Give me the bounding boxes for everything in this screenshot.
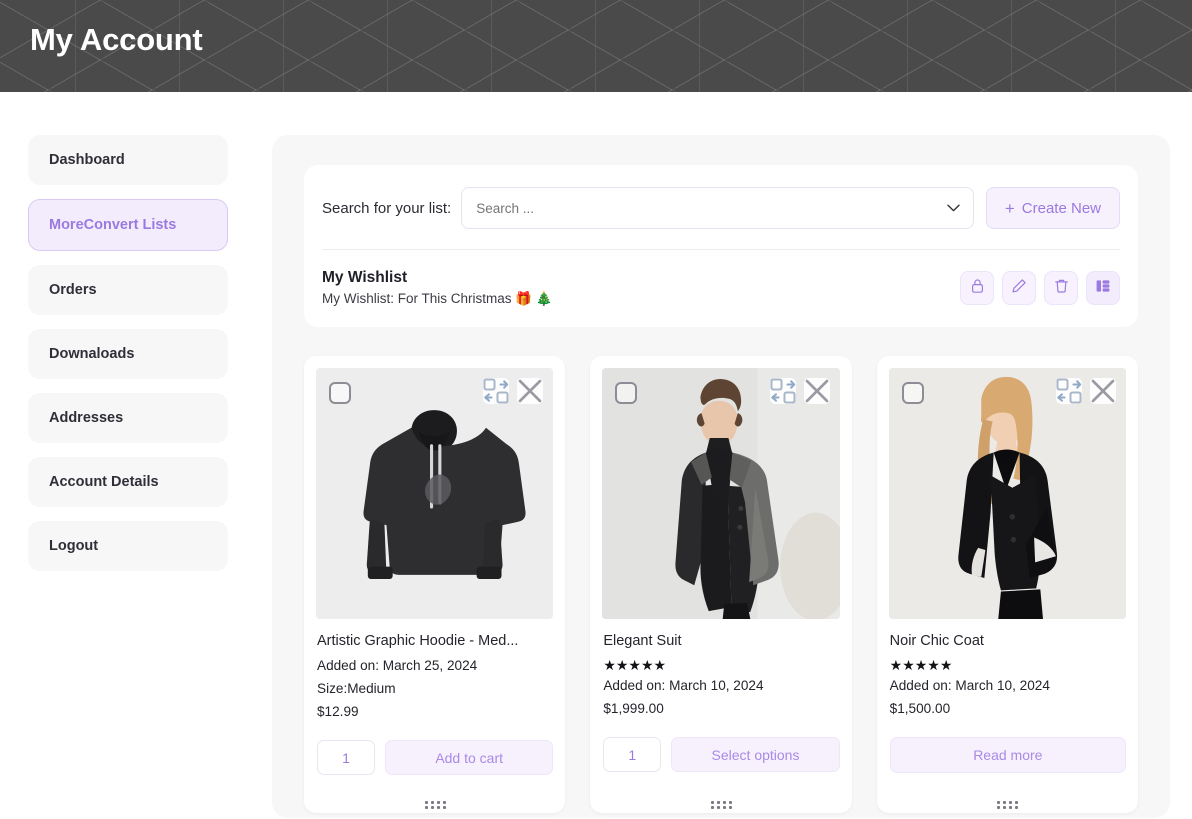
sidebar-item-label: Downaloads <box>49 346 135 362</box>
product-actions: Add to cart <box>317 727 554 775</box>
select-options-button[interactable]: Select options <box>671 737 840 773</box>
product-rating-stars: ★★★★★ <box>889 657 953 673</box>
drag-handle-icon[interactable] <box>710 801 732 813</box>
product-price: $12.99 <box>317 704 359 719</box>
page-header: My Account <box>0 0 1192 92</box>
product-tools <box>1056 378 1116 404</box>
create-new-button[interactable]: + Create New <box>985 187 1120 229</box>
quantity-input[interactable] <box>603 737 662 773</box>
product-added-on: Added on: March 10, 2024 <box>603 678 764 694</box>
product-title[interactable]: Elegant Suit <box>603 633 839 649</box>
product-image-elegant-suit[interactable] <box>602 368 840 619</box>
add-to-cart-button[interactable]: Add to cart <box>385 740 554 775</box>
sidebar-item-moreconvert-lists[interactable]: MoreConvert Lists <box>28 199 228 251</box>
quantity-input[interactable] <box>317 740 375 775</box>
sidebar-item-account-details[interactable]: Account Details <box>28 457 228 507</box>
product-title[interactable]: Noir Chic Coat <box>890 633 1126 649</box>
wishlist-actions <box>960 271 1120 305</box>
product-select-checkbox[interactable] <box>901 382 924 404</box>
product-tools <box>483 378 544 404</box>
sidebar-item-downloads[interactable]: Downaloads <box>28 329 228 379</box>
product-added-on: Added on: March 10, 2024 <box>889 678 1050 694</box>
pencil-icon <box>1011 278 1027 299</box>
move-to-list-icon[interactable] <box>483 378 510 404</box>
product-actions: Select options <box>603 724 840 773</box>
page-title: My Account <box>30 22 203 57</box>
sidebar-item-label: MoreConvert Lists <box>49 217 177 233</box>
wishlist-header-card: Search for your list: + Create New M <box>304 165 1138 327</box>
search-select-wrapper <box>461 187 974 229</box>
product-body: Elegant Suit ★★★★★ Added on: March 10, 2… <box>602 619 840 789</box>
product-image-hoodie[interactable] <box>316 368 554 619</box>
sidebar-item-logout[interactable]: Logout <box>28 521 228 571</box>
remove-item-icon[interactable] <box>517 378 544 404</box>
product-body: Artistic Graphic Hoodie - Med... Added o… <box>316 619 554 789</box>
drag-handle-icon[interactable] <box>997 801 1019 813</box>
sidebar-item-label: Orders <box>49 282 97 298</box>
product-photo <box>602 368 840 619</box>
wishlist-summary-row: My Wishlist My Wishlist: For This Christ… <box>322 250 1120 307</box>
product-card: Noir Chic Coat ★★★★★ Added on: March 10,… <box>876 356 1138 813</box>
product-price: $1,500.00 <box>889 701 951 717</box>
sidebar-item-label: Logout <box>49 538 99 554</box>
remove-item-icon[interactable] <box>1090 378 1116 404</box>
product-photo <box>316 368 554 619</box>
grid-view-button[interactable] <box>1086 271 1120 305</box>
product-photo <box>888 368 1126 619</box>
drag-handle-icon[interactable] <box>424 801 446 813</box>
product-image-noir-chic-coat[interactable] <box>888 368 1126 619</box>
product-card: Artistic Graphic Hoodie - Med... Added o… <box>304 356 566 813</box>
main-panel: Search for your list: + Create New M <box>272 135 1170 818</box>
search-label: Search for your list: <box>322 199 452 217</box>
plus-icon: + <box>1004 198 1015 218</box>
product-body: Noir Chic Coat ★★★★★ Added on: March 10,… <box>889 619 1126 789</box>
lock-icon <box>970 278 985 299</box>
sidebar-item-label: Addresses <box>49 410 124 426</box>
account-sidebar: Dashboard MoreConvert Lists Orders Downa… <box>28 135 228 585</box>
remove-item-icon[interactable] <box>803 378 830 404</box>
delete-button[interactable] <box>1044 271 1078 305</box>
sidebar-item-dashboard[interactable]: Dashboard <box>28 135 228 185</box>
product-select-checkbox[interactable] <box>615 382 638 404</box>
move-to-list-icon[interactable] <box>769 378 796 404</box>
page-layout: Dashboard MoreConvert Lists Orders Downa… <box>0 92 1192 819</box>
wishlist-description: My Wishlist: For This Christmas 🎁 🎄 <box>322 291 553 306</box>
product-price: $1,999.00 <box>603 701 664 717</box>
sidebar-item-addresses[interactable]: Addresses <box>28 393 228 443</box>
wishlist-name: My Wishlist <box>322 269 408 286</box>
product-rating-stars: ★★★★★ <box>603 657 667 673</box>
wishlist-product-grid: Artistic Graphic Hoodie - Med... Added o… <box>304 356 1138 813</box>
product-added-on: Added on: March 25, 2024 <box>317 658 478 673</box>
product-actions: Read more <box>889 724 1126 774</box>
product-variation: Size:Medium <box>317 681 396 696</box>
search-row: Search for your list: + Create New <box>322 187 1120 250</box>
sidebar-item-label: Dashboard <box>49 152 125 168</box>
read-more-button[interactable]: Read more <box>889 737 1126 774</box>
trash-icon <box>1054 278 1069 299</box>
grid-view-icon <box>1095 278 1111 299</box>
wishlist-info: My Wishlist My Wishlist: For This Christ… <box>322 269 553 307</box>
move-to-list-icon[interactable] <box>1056 378 1082 404</box>
product-select-checkbox[interactable] <box>329 382 351 404</box>
sidebar-item-orders[interactable]: Orders <box>28 265 228 315</box>
edit-button[interactable] <box>1002 271 1036 305</box>
lock-button[interactable] <box>960 271 994 305</box>
sidebar-item-label: Account Details <box>49 474 159 490</box>
product-title[interactable]: Artistic Graphic Hoodie - Med... <box>317 633 553 649</box>
product-tools <box>769 378 830 404</box>
product-card: Elegant Suit ★★★★★ Added on: March 10, 2… <box>590 356 852 813</box>
create-new-label: Create New <box>1021 199 1101 217</box>
search-input[interactable] <box>461 187 974 229</box>
